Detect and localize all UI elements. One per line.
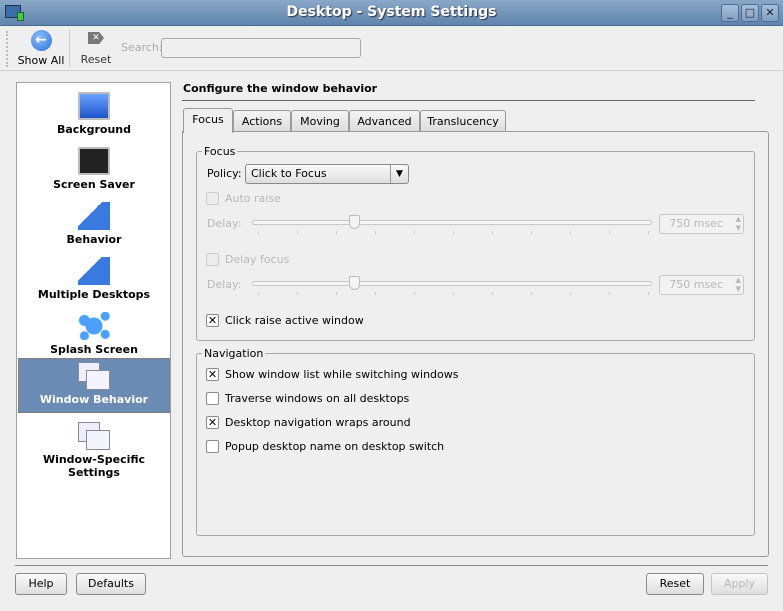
- search-label: Search:: [121, 41, 163, 54]
- slider-tick: [570, 292, 571, 295]
- slider-tick: [258, 231, 259, 234]
- search-input[interactable]: [161, 38, 361, 58]
- background-icon: [78, 92, 110, 120]
- multiple-desktops-icon: [78, 257, 110, 285]
- slider-tick: [648, 292, 649, 295]
- toolbar: ← Show All ✕ Reset Search:: [0, 27, 783, 71]
- toolbar-grip[interactable]: [6, 31, 9, 67]
- sidebar-item-window-behavior[interactable]: Window Behavior: [18, 358, 170, 413]
- popup-desktop-name-checkbox[interactable]: [206, 440, 219, 453]
- delay-label: Delay:: [207, 217, 242, 230]
- splash-icon: [78, 312, 110, 340]
- page-title: Configure the window behavior: [183, 82, 378, 95]
- navigation-group-title: Navigation: [202, 347, 266, 360]
- delay-focus-slider[interactable]: [252, 281, 652, 286]
- slider-tick: [492, 231, 493, 234]
- reset-button[interactable]: Reset: [646, 573, 704, 595]
- chevron-down-icon: ▼: [390, 165, 408, 183]
- auto-raise-label: Auto raise: [225, 192, 281, 205]
- delay-focus-label: Delay focus: [225, 253, 290, 266]
- auto-raise-checkbox[interactable]: [206, 192, 219, 205]
- footer-divider: [15, 565, 768, 566]
- slider-tick: [609, 231, 610, 234]
- toolbar-separator: [69, 29, 70, 67]
- reset-icon: ✕: [88, 32, 104, 44]
- slider-tick: [531, 292, 532, 295]
- delay-focus-checkbox[interactable]: [206, 253, 219, 266]
- delay-focus-spinbox[interactable]: 750 msec ▲ ▼: [659, 275, 744, 295]
- sidebar-item-screen-saver[interactable]: Screen Saver: [18, 143, 170, 198]
- delay-focus-slider-handle[interactable]: [349, 276, 360, 290]
- window-specific-icon: [78, 422, 110, 450]
- screensaver-icon: [78, 147, 110, 175]
- show-window-list-label: Show window list while switching windows: [225, 368, 459, 381]
- window-title: Desktop - System Settings: [286, 4, 497, 20]
- slider-tick: [531, 231, 532, 234]
- slider-tick: [609, 292, 610, 295]
- sidebar-item-window-specific-settings[interactable]: Window-Specific Settings: [18, 418, 170, 479]
- reset-toolbar-button[interactable]: ✕ Reset: [76, 32, 116, 66]
- navigation-wraps-checkbox[interactable]: ✕: [206, 416, 219, 429]
- auto-raise-delay-spinbox[interactable]: 750 msec ▲ ▼: [659, 214, 744, 234]
- behavior-icon: [78, 202, 110, 230]
- title-bar: Desktop - System Settings _ □ ✕: [0, 0, 783, 26]
- sidebar-item-multiple-desktops[interactable]: Multiple Desktops: [18, 253, 170, 308]
- spin-arrows-icon: ▲ ▼: [735, 215, 741, 232]
- click-raise-checkbox[interactable]: ✕: [206, 314, 219, 327]
- sidebar-item-splash-screen[interactable]: Splash Screen: [18, 308, 170, 363]
- tab-translucency[interactable]: Translucency: [420, 110, 506, 132]
- spin-arrows-icon: ▲ ▼: [735, 276, 741, 293]
- policy-select[interactable]: Click to Focus ▼: [245, 164, 409, 184]
- delay-focus-delay-label: Delay:: [207, 278, 242, 291]
- popup-desktop-name-label: Popup desktop name on desktop switch: [225, 440, 445, 453]
- minimize-button[interactable]: _: [721, 4, 739, 22]
- slider-tick: [375, 231, 376, 234]
- slider-tick: [414, 292, 415, 295]
- navigation-wraps-label: Desktop navigation wraps around: [225, 416, 411, 429]
- tab-actions[interactable]: Actions: [233, 110, 291, 132]
- click-raise-label: Click raise active window: [225, 314, 364, 327]
- help-button[interactable]: Help: [15, 573, 67, 595]
- slider-tick: [648, 231, 649, 234]
- slider-tick: [453, 231, 454, 234]
- sidebar-item-behavior[interactable]: Behavior: [18, 198, 170, 253]
- auto-raise-delay-slider[interactable]: [252, 220, 652, 225]
- slider-tick: [258, 292, 259, 295]
- window-behavior-icon: [78, 362, 110, 390]
- traverse-windows-checkbox[interactable]: [206, 392, 219, 405]
- sidebar: Background Screen Saver Behavior Multipl…: [16, 82, 171, 559]
- slider-tick: [492, 292, 493, 295]
- header-divider: [182, 100, 755, 101]
- focus-group-title: Focus: [202, 145, 238, 158]
- show-window-list-checkbox[interactable]: ✕: [206, 368, 219, 381]
- slider-tick: [414, 231, 415, 234]
- apply-button[interactable]: Apply: [711, 573, 768, 595]
- tab-focus[interactable]: Focus: [183, 108, 233, 133]
- maximize-button[interactable]: □: [741, 4, 759, 22]
- back-arrow-icon: ←: [30, 30, 52, 51]
- slider-tick: [336, 231, 337, 234]
- slider-tick: [375, 292, 376, 295]
- defaults-button[interactable]: Defaults: [76, 573, 146, 595]
- slider-tick: [297, 292, 298, 295]
- slider-tick: [336, 292, 337, 295]
- auto-raise-slider-handle[interactable]: [349, 215, 360, 229]
- tab-moving[interactable]: Moving: [291, 110, 349, 132]
- traverse-windows-label: Traverse windows on all desktops: [225, 392, 410, 405]
- slider-tick: [297, 231, 298, 234]
- policy-label: Policy:: [207, 167, 242, 180]
- sidebar-item-background[interactable]: Background: [18, 88, 170, 143]
- slider-tick: [570, 231, 571, 234]
- tab-advanced[interactable]: Advanced: [349, 110, 420, 132]
- slider-tick: [453, 292, 454, 295]
- show-all-button[interactable]: ← Show All: [16, 30, 66, 67]
- close-button[interactable]: ✕: [761, 4, 779, 22]
